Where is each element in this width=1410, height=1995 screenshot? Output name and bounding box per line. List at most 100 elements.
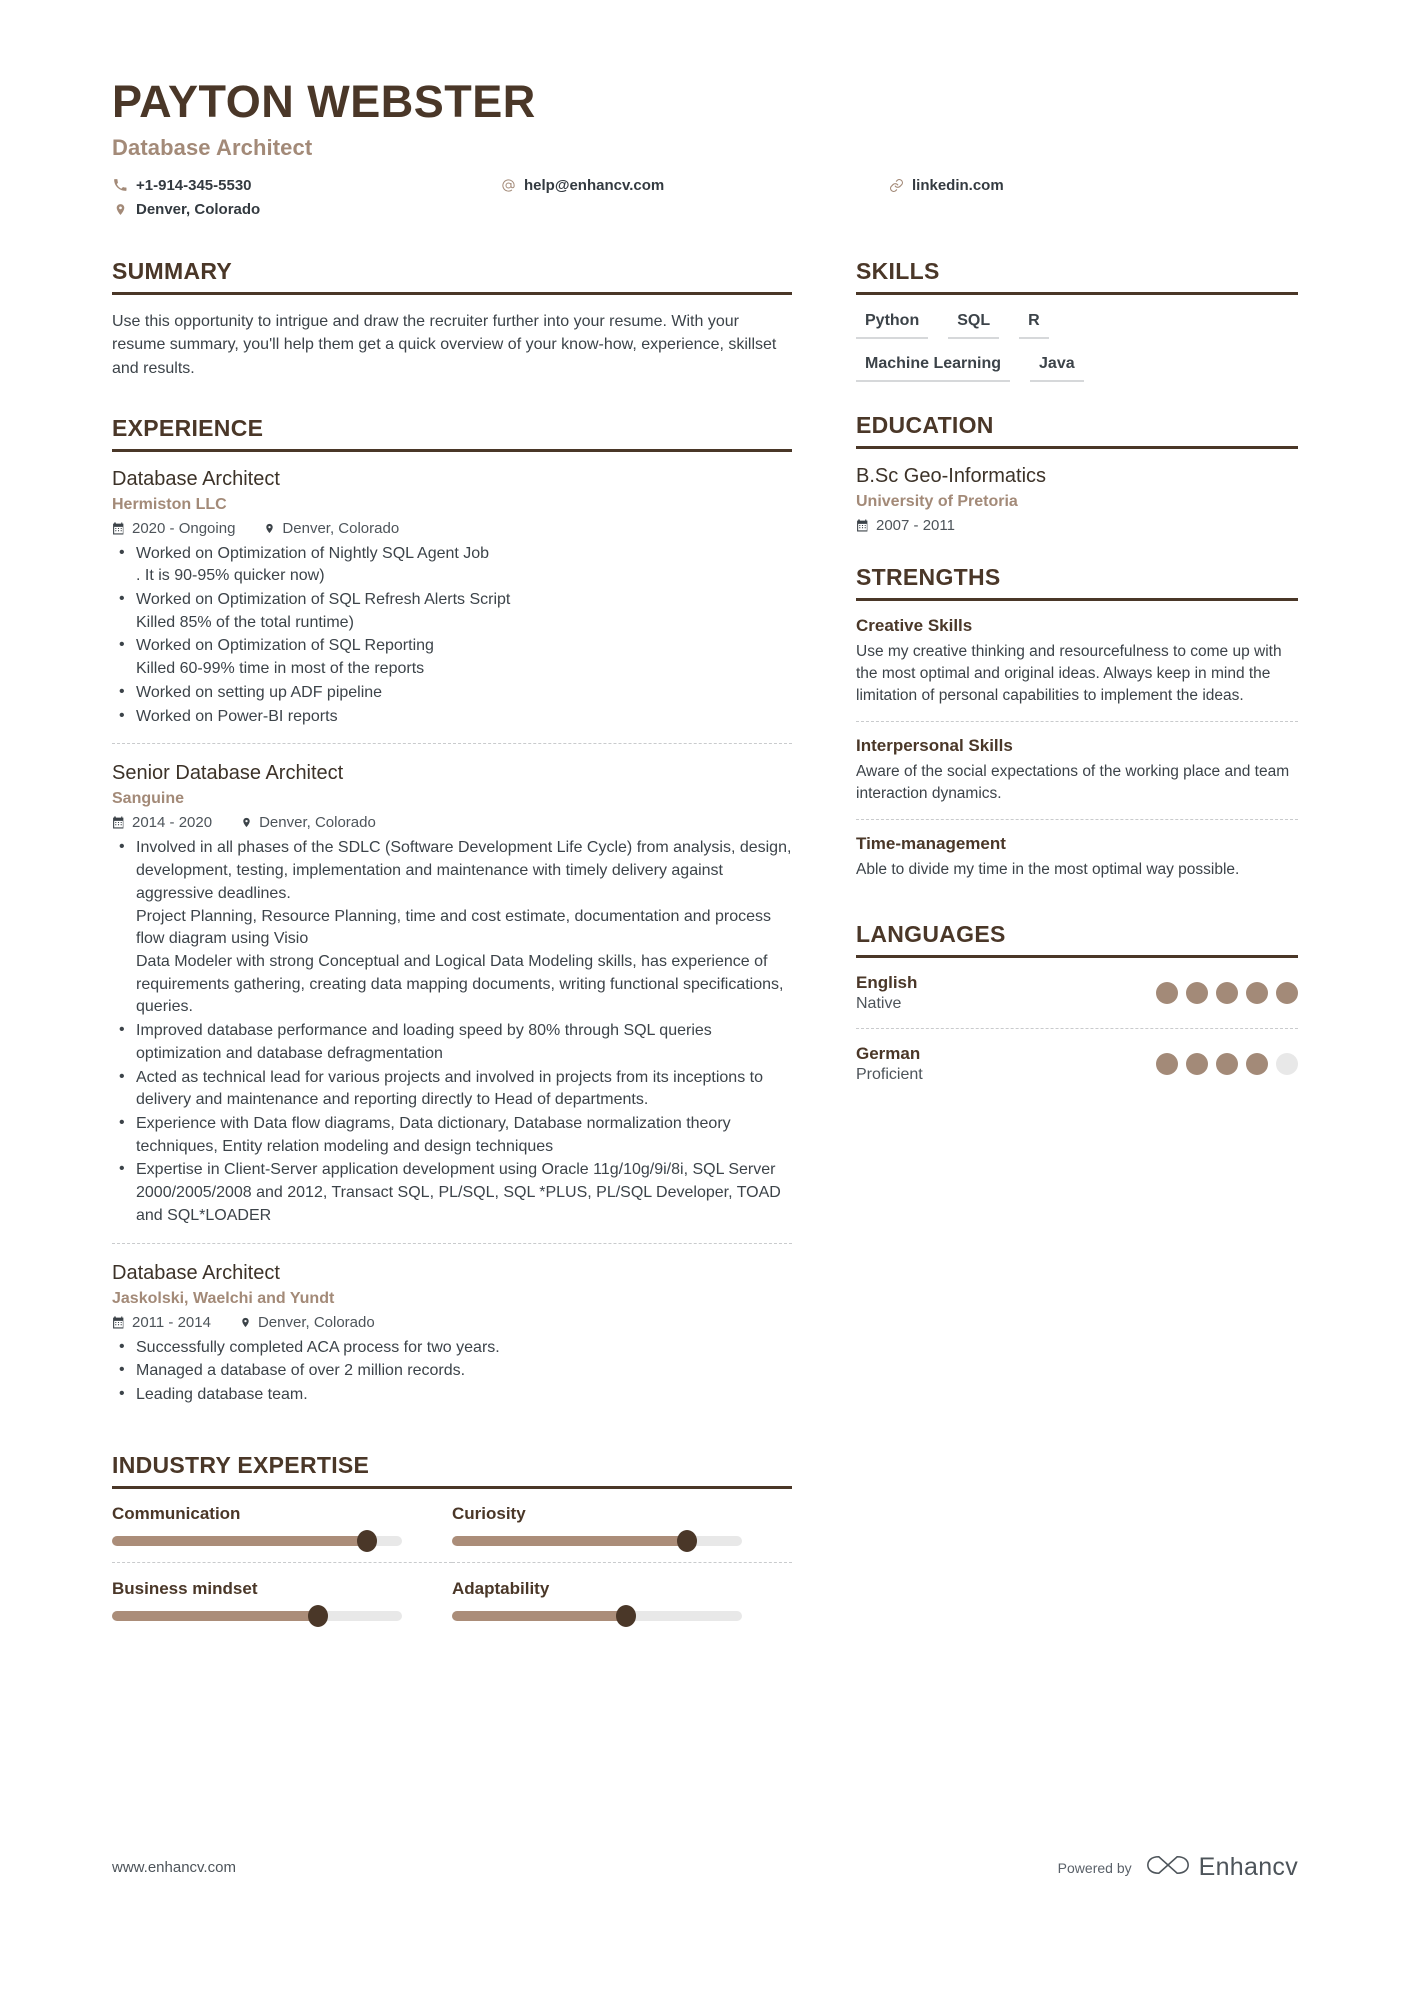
contact-location-text: Denver, Colorado — [136, 200, 261, 218]
strength-entry: Time-management Able to divide my time i… — [856, 818, 1298, 895]
language-level: Native — [856, 994, 902, 1012]
education-meta: 2007 - 2011 — [856, 517, 1298, 534]
skill-tag: SQL — [948, 310, 1000, 339]
location-pin-icon — [112, 202, 128, 217]
summary-text: Use this opportunity to intrigue and dra… — [112, 312, 777, 377]
section-experience: EXPERIENCE Database Architect Hermiston … — [112, 415, 792, 1422]
resume-header: PAYTON WEBSTER Database Architect +1-914… — [112, 76, 1298, 218]
skills-row: Python SQL R — [856, 310, 1298, 339]
bullet-line: Worked on Power-BI reports — [136, 707, 338, 725]
section-languages: LANGUAGES English Native German Proficie… — [856, 921, 1298, 1099]
location-pin-icon — [264, 522, 275, 535]
bullet-line: Killed 85% of the total runtime) — [136, 613, 354, 631]
experience-location: Denver, Colorado — [257, 1313, 375, 1331]
strength-title: Interpersonal Skills — [856, 735, 1013, 755]
experience-bullets: Successfully completed ACA process for t… — [112, 1336, 792, 1407]
rating-dot-empty — [1276, 1052, 1298, 1075]
rating-dot-filled — [1216, 1052, 1238, 1075]
bullet-line: Managed a database of over 2 million rec… — [136, 1362, 466, 1380]
bullet-line: Experience with Data flow diagrams, Data… — [136, 1114, 731, 1155]
location-pin-icon — [241, 816, 252, 829]
bullet-line: . It is 90-95% quicker now) — [136, 567, 325, 585]
rating-dot-filled — [1276, 981, 1298, 1004]
resume-page: PAYTON WEBSTER Database Architect +1-914… — [0, 0, 1410, 1995]
enhancv-logo-icon — [1146, 1852, 1190, 1883]
slider-fill — [452, 1535, 687, 1546]
bullet-item: Involved in all phases of the SDLC (Soft… — [112, 836, 792, 1019]
calendar-icon — [856, 519, 869, 532]
experience-location: Denver, Colorado — [259, 814, 376, 832]
slider-knob[interactable] — [616, 1604, 636, 1627]
powered-by-label: Powered by — [1057, 1859, 1132, 1876]
strength-entry: Interpersonal Skills Aware of the social… — [856, 720, 1298, 819]
experience-location: Denver, Colorado — [282, 519, 400, 537]
slider-knob[interactable] — [676, 1529, 697, 1552]
bullet-line: Acted as technical lead for various proj… — [136, 1068, 763, 1109]
slider-fill — [112, 1535, 368, 1546]
experience-meta: 2011 - 2014 Denver, Colorado — [112, 1314, 792, 1331]
language-name: English — [856, 972, 918, 992]
expertise-slider[interactable] — [452, 1604, 742, 1627]
calendar-icon — [112, 816, 125, 829]
bullet-item: Worked on Optimization of Nightly SQL Ag… — [112, 542, 792, 588]
industry-expertise-grid: Communication Curiosity Business mindset… — [112, 1504, 792, 1637]
expertise-item: Business mindset — [112, 1561, 452, 1637]
bullet-item: Worked on Power-BI reports — [112, 705, 792, 729]
slider-fill — [112, 1610, 318, 1621]
slider-knob[interactable] — [357, 1529, 378, 1552]
skills-list: Python SQL R Machine Learning Java — [856, 310, 1298, 382]
bullet-line: Improved database performance and loadin… — [136, 1022, 712, 1062]
contact-linkedin[interactable]: linkedin.com — [888, 177, 1004, 194]
section-education: EDUCATION B.Sc Geo-Informatics Universit… — [856, 412, 1298, 534]
slider-fill — [452, 1610, 626, 1621]
contact-email[interactable]: help@enhancv.com — [500, 177, 888, 194]
rating-dot-filled — [1186, 1052, 1208, 1075]
section-industry-expertise: INDUSTRY EXPERTISE Communication Curiosi… — [112, 1452, 792, 1637]
rating-dot-filled — [1156, 1052, 1178, 1075]
contact-phone[interactable]: +1-914-345-5530 — [112, 177, 500, 194]
experience-heading: EXPERIENCE — [112, 415, 792, 452]
experience-meta: 2014 - 2020 Denver, Colorado — [112, 814, 792, 831]
strength-entry: Creative Skills Use my creative thinking… — [856, 616, 1298, 721]
language-rating-dots — [1156, 981, 1298, 1004]
skill-tag: R — [1019, 310, 1049, 339]
rating-dot-filled — [1186, 981, 1208, 1004]
bullet-item: Worked on Optimization of SQL Reporting … — [112, 634, 792, 680]
strength-text: Use my creative thinking and resourceful… — [856, 642, 1282, 704]
right-column: SKILLS Python SQL R Machine Learning Jav… — [856, 258, 1298, 1637]
rating-dot-filled — [1246, 1052, 1268, 1075]
brand-name: Enhancv — [1198, 1853, 1298, 1881]
expertise-slider[interactable] — [112, 1604, 402, 1627]
footer-url[interactable]: www.enhancv.com — [112, 1859, 236, 1876]
industry-expertise-heading: INDUSTRY EXPERTISE — [112, 1452, 792, 1489]
bullet-line: Leading database team. — [136, 1386, 308, 1404]
strength-title: Time-management — [856, 833, 1006, 853]
bullet-line: Expertise in Client-Server application d… — [136, 1161, 781, 1224]
expertise-label: Curiosity — [452, 1503, 526, 1523]
section-skills: SKILLS Python SQL R Machine Learning Jav… — [856, 258, 1298, 382]
languages-heading: LANGUAGES — [856, 921, 1298, 958]
slider-knob[interactable] — [307, 1604, 328, 1627]
section-summary: SUMMARY Use this opportunity to intrigue… — [112, 258, 792, 381]
at-sign-icon — [500, 178, 516, 193]
language-entry: English Native — [856, 973, 1298, 1028]
contact-location: Denver, Colorado — [112, 201, 500, 218]
expertise-label: Communication — [112, 1503, 241, 1523]
skills-row: Machine Learning Java — [856, 353, 1298, 382]
experience-meta: 2020 - Ongoing Denver, Colorado — [112, 520, 792, 537]
education-dates: 2007 - 2011 — [876, 516, 955, 534]
contact-email-text: help@enhancv.com — [524, 176, 665, 194]
expertise-slider[interactable] — [112, 1529, 402, 1552]
experience-dates: 2020 - Ongoing — [132, 519, 236, 537]
skill-tag: Machine Learning — [856, 353, 1011, 382]
page-title: PAYTON WEBSTER — [112, 76, 536, 127]
bullet-line: Successfully completed ACA process for t… — [136, 1338, 500, 1356]
left-column: SUMMARY Use this opportunity to intrigue… — [112, 258, 792, 1637]
expertise-slider[interactable] — [452, 1529, 742, 1552]
job-title: Database Architect — [112, 134, 313, 160]
page-footer: www.enhancv.com Powered by Enhancv — [112, 1852, 1298, 1883]
bullet-item: Leading database team. — [112, 1383, 792, 1407]
contact-phone-text: +1-914-345-5530 — [136, 176, 252, 194]
expertise-label: Adaptability — [452, 1578, 550, 1598]
strength-title: Creative Skills — [856, 615, 973, 635]
